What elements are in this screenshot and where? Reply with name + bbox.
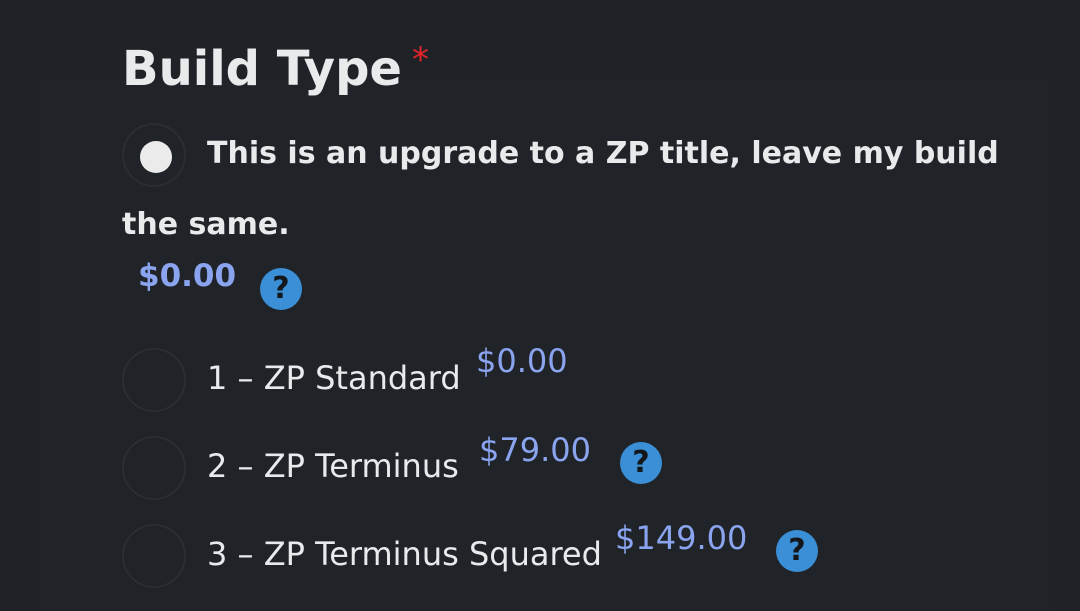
option-zp-terminus-squared-price: $149.00 <box>615 519 748 557</box>
radio-zp-standard[interactable] <box>122 348 186 412</box>
radio-upgrade-keep-build[interactable] <box>122 123 186 187</box>
field-title: Build Type * <box>122 40 429 103</box>
option-zp-terminus-price: $79.00 <box>479 431 591 469</box>
option-zp-standard-label[interactable]: 1 – ZP Standard <box>207 359 461 397</box>
option-upgrade-label-line1[interactable]: This is an upgrade to a ZP title, leave … <box>207 136 999 171</box>
help-icon[interactable]: ? <box>260 268 302 310</box>
required-marker: * <box>411 40 429 80</box>
help-icon[interactable]: ? <box>776 530 818 572</box>
radio-zp-terminus-squared[interactable] <box>122 524 186 588</box>
help-icon[interactable]: ? <box>620 442 662 484</box>
option-upgrade-label-line2[interactable]: the same. <box>122 207 290 242</box>
option-zp-terminus-squared-label[interactable]: 3 – ZP Terminus Squared <box>207 535 602 573</box>
option-upgrade-price: $0.00 <box>138 258 237 294</box>
field-title-text: Build Type <box>122 41 402 97</box>
option-zp-terminus-label[interactable]: 2 – ZP Terminus <box>207 447 459 485</box>
option-zp-standard-price: $0.00 <box>476 342 568 380</box>
radio-zp-terminus[interactable] <box>122 436 186 500</box>
